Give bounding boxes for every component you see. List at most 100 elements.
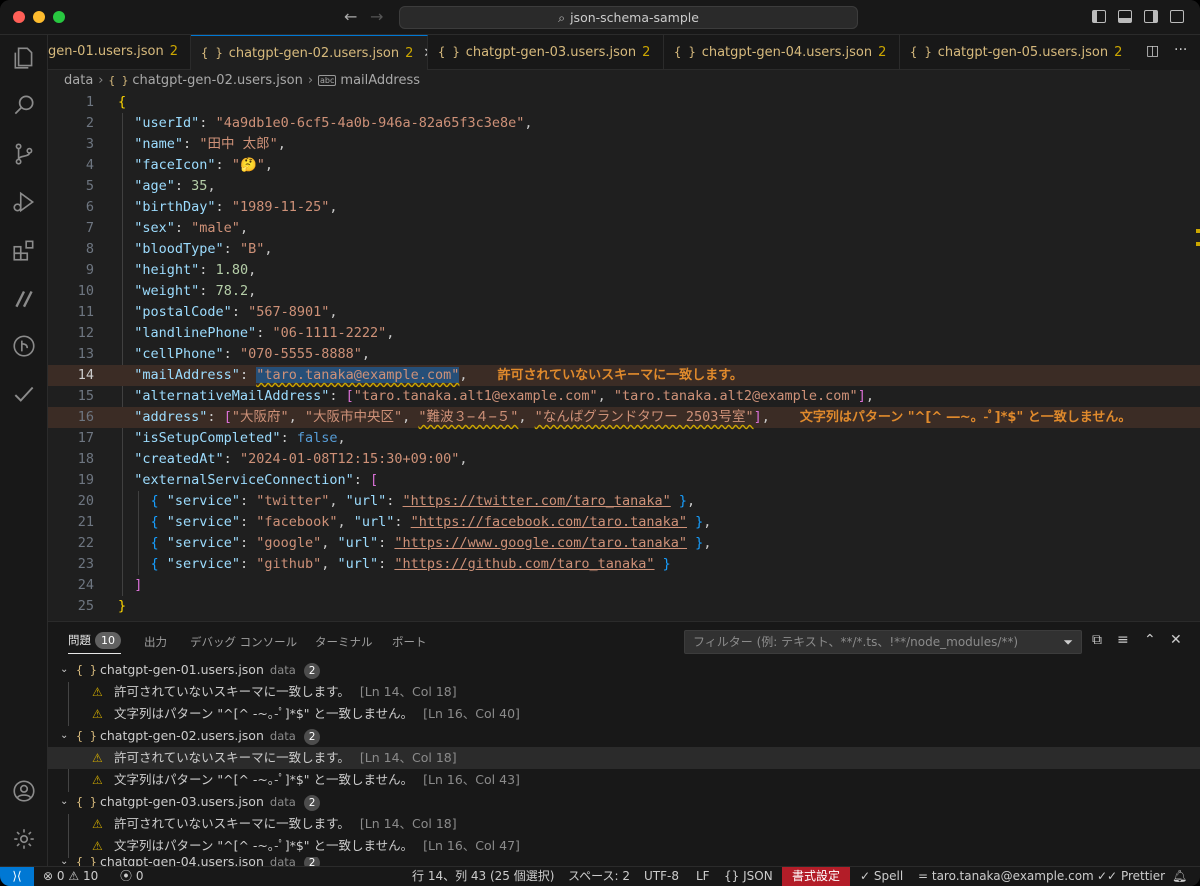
- json-file-icon: { }: [674, 45, 696, 59]
- prettier-extension-icon[interactable]: [10, 285, 38, 313]
- group-count-badge: 2: [303, 663, 321, 679]
- zoom-window-button[interactable]: [53, 11, 65, 23]
- filter-placeholder: フィルター (例: テキスト、**/*.ts、!**/node_modules/…: [693, 635, 1019, 649]
- line-number: 6: [85, 199, 94, 215]
- toggle-primary-sidebar-icon[interactable]: [1092, 10, 1106, 23]
- tab-debug-console[interactable]: デバッグ コンソール: [190, 634, 297, 650]
- value-weight: 78.2: [215, 283, 249, 299]
- breadcrumb-file[interactable]: chatgpt-gen-02.users.json: [132, 73, 302, 88]
- manage-gear-icon[interactable]: [10, 826, 38, 854]
- back-arrow-icon[interactable]: ←: [344, 7, 357, 26]
- source-control-icon[interactable]: [10, 141, 38, 169]
- tab-problems[interactable]: 問題 10: [68, 632, 121, 654]
- explorer-icon[interactable]: [10, 45, 38, 73]
- tab-ports[interactable]: ポート: [392, 634, 427, 650]
- tab-chatgpt-gen-05[interactable]: { } chatgpt-gen-05.users.json 2: [900, 35, 1136, 70]
- panel-tabs: 問題 10 出力 デバッグ コンソール ターミナル ポート フィルター (例: テ…: [48, 622, 1200, 660]
- spell-check[interactable]: ✓ Spell: [860, 867, 903, 886]
- testing-check-icon[interactable]: [10, 381, 38, 409]
- filter-funnel-icon[interactable]: ⏷: [1063, 631, 1073, 653]
- tab-label: chatgpt-gen-02.users.json: [228, 46, 400, 61]
- ports-indicator[interactable]: ⦿ 0: [120, 867, 143, 886]
- end-of-line[interactable]: LF: [696, 867, 710, 886]
- tab-chatgpt-gen-03[interactable]: { } chatgpt-gen-03.users.json 2: [428, 35, 664, 70]
- toggle-secondary-sidebar-icon[interactable]: [1144, 10, 1158, 23]
- command-center-search[interactable]: ⌕ json-schema-sample: [399, 6, 858, 29]
- problems-summary[interactable]: ⊗ 0 ⚠ 10: [43, 867, 98, 886]
- value-isSetupCompleted: false: [296, 430, 338, 446]
- line-number: 14: [77, 367, 94, 383]
- problem-item[interactable]: ⚠ 許可されていないスキーマに一致します。 [Ln 14、Col 18]: [48, 813, 1200, 835]
- extensions-icon[interactable]: [10, 237, 38, 265]
- close-panel-icon[interactable]: ✕: [1170, 632, 1182, 648]
- value-sex: "male": [191, 220, 240, 236]
- problem-item[interactable]: ⚠ 文字列はパターン "^[^ -~｡-ﾟ]*$" と一致しません。 [Ln 16、…: [48, 703, 1200, 725]
- tab-chatgpt-gen-04[interactable]: { } chatgpt-gen-04.users.json 2: [664, 35, 900, 70]
- maximize-panel-icon[interactable]: ⌃: [1144, 632, 1156, 648]
- problem-location: [Ln 16、Col 47]: [423, 838, 520, 853]
- double-check-icon: ✓✓: [1097, 869, 1118, 883]
- tab-terminal[interactable]: ターミナル: [315, 634, 373, 650]
- problem-item[interactable]: ⚠ 許可されていないスキーマに一致します。 [Ln 14、Col 18]: [48, 681, 1200, 703]
- more-actions-icon[interactable]: ···: [1174, 42, 1187, 58]
- line-number: 1: [85, 94, 94, 110]
- run-and-debug-icon[interactable]: [10, 189, 38, 217]
- problem-message: 文字列はパターン "^[^ -~｡-ﾟ]*$" と一致しません。: [114, 706, 414, 721]
- accounts-icon[interactable]: [10, 778, 38, 806]
- search-icon[interactable]: [10, 92, 38, 120]
- language-label: JSON: [743, 869, 773, 883]
- tab-chatgpt-gen-02[interactable]: { }chatgpt-gen-02.users.json2✕: [191, 35, 428, 70]
- group-count-badge: 2: [303, 729, 321, 745]
- breadcrumb-symbol[interactable]: mailAddress: [340, 73, 420, 88]
- remote-indicator-icon[interactable]: ⟩⟨: [0, 867, 34, 886]
- activity-bar: [0, 35, 48, 866]
- group-count-badge: 2: [303, 795, 321, 811]
- search-icon: ⌕: [558, 10, 566, 25]
- indentation[interactable]: スペース: 2: [568, 867, 630, 886]
- problem-location: [Ln 16、Col 43]: [423, 772, 520, 787]
- code-editor[interactable]: 1{ 2 "userId": "4a9db1e0-6cf5-4a0b-946a-…: [48, 92, 1200, 621]
- breadcrumb-folder[interactable]: data: [64, 73, 93, 88]
- value-url-link[interactable]: "https://www.google.com/taro.tanaka": [394, 535, 687, 551]
- value-service: "google": [256, 535, 322, 551]
- problem-file-group[interactable]: ⌄ { } chatgpt-gen-03.users.json data 2: [48, 791, 1200, 813]
- toggle-panel-icon[interactable]: [1118, 10, 1132, 23]
- prettier-status[interactable]: ✓✓ Prettier: [1097, 867, 1165, 886]
- customize-layout-icon[interactable]: [1170, 10, 1184, 23]
- cursor-position[interactable]: 行 14、列 43 (25 個選択): [412, 867, 554, 886]
- problem-file-group[interactable]: ⌄ { } chatgpt-gen-01.users.json data 2: [48, 659, 1200, 681]
- problem-item-selected[interactable]: ⚠ 許可されていないスキーマに一致します。 [Ln 14、Col 18]: [48, 747, 1200, 769]
- value-addr3: "難波３−４−５": [418, 409, 519, 425]
- git-graph-icon[interactable]: [10, 333, 38, 361]
- problem-location: [Ln 16、Col 40]: [423, 706, 520, 721]
- line-number: 12: [77, 325, 94, 341]
- problem-item[interactable]: ⚠ 文字列はパターン "^[^ -~｡-ﾟ]*$" と一致しません。 [Ln 16、…: [48, 769, 1200, 791]
- tab-output[interactable]: 出力: [144, 634, 167, 650]
- tab-label: gen-01.users.json: [48, 44, 164, 59]
- warning-icon: ⚠: [68, 869, 80, 883]
- value-url-link[interactable]: "https://facebook.com/taro.tanaka": [411, 514, 687, 530]
- minimize-window-button[interactable]: [33, 11, 45, 23]
- tab-chatgpt-gen-01[interactable]: gen-01.users.json 2: [48, 35, 191, 70]
- problem-item[interactable]: ⚠ 文字列はパターン "^[^ -~｡-ﾟ]*$" と一致しません。 [Ln 16、…: [48, 835, 1200, 857]
- problem-file-group[interactable]: ⌄ { } chatgpt-gen-02.users.json data 2: [48, 725, 1200, 747]
- notifications-bell-icon[interactable]: 🔔︎: [1172, 867, 1187, 886]
- tab-label: chatgpt-gen-03.users.json: [465, 45, 637, 60]
- inline-diagnostic: 文字列はパターン "^[^ ―~。-ﾟ]*$" と一致しません。: [799, 410, 1132, 425]
- encoding[interactable]: UTF-8: [644, 867, 679, 886]
- format-document-button[interactable]: 書式設定: [782, 867, 851, 886]
- collapse-all-icon[interactable]: ⧉: [1092, 632, 1102, 648]
- line-number: 15: [77, 388, 94, 404]
- split-editor-icon[interactable]: ◫: [1146, 43, 1159, 59]
- line-number: 25: [77, 598, 94, 614]
- spell-word[interactable]: = taro.tanaka@example.com: [918, 867, 1094, 886]
- value-url-link[interactable]: "https://twitter.com/taro_tanaka": [403, 493, 671, 509]
- status-bar: ⟩⟨ ⊗ 0 ⚠ 10 ⦿ 0 行 14、列 43 (25 個選択) スペース:…: [0, 866, 1200, 886]
- problems-filter-input[interactable]: フィルター (例: テキスト、**/*.ts、!**/node_modules/…: [684, 630, 1082, 654]
- value-url-link[interactable]: "https://github.com/taro_tanaka": [394, 556, 654, 572]
- forward-arrow-icon[interactable]: →: [370, 7, 383, 26]
- view-as-list-icon[interactable]: ≡: [1117, 632, 1129, 648]
- close-window-button[interactable]: [13, 11, 25, 23]
- language-mode[interactable]: {} JSON: [724, 867, 773, 886]
- json-file-icon: { }: [76, 663, 97, 677]
